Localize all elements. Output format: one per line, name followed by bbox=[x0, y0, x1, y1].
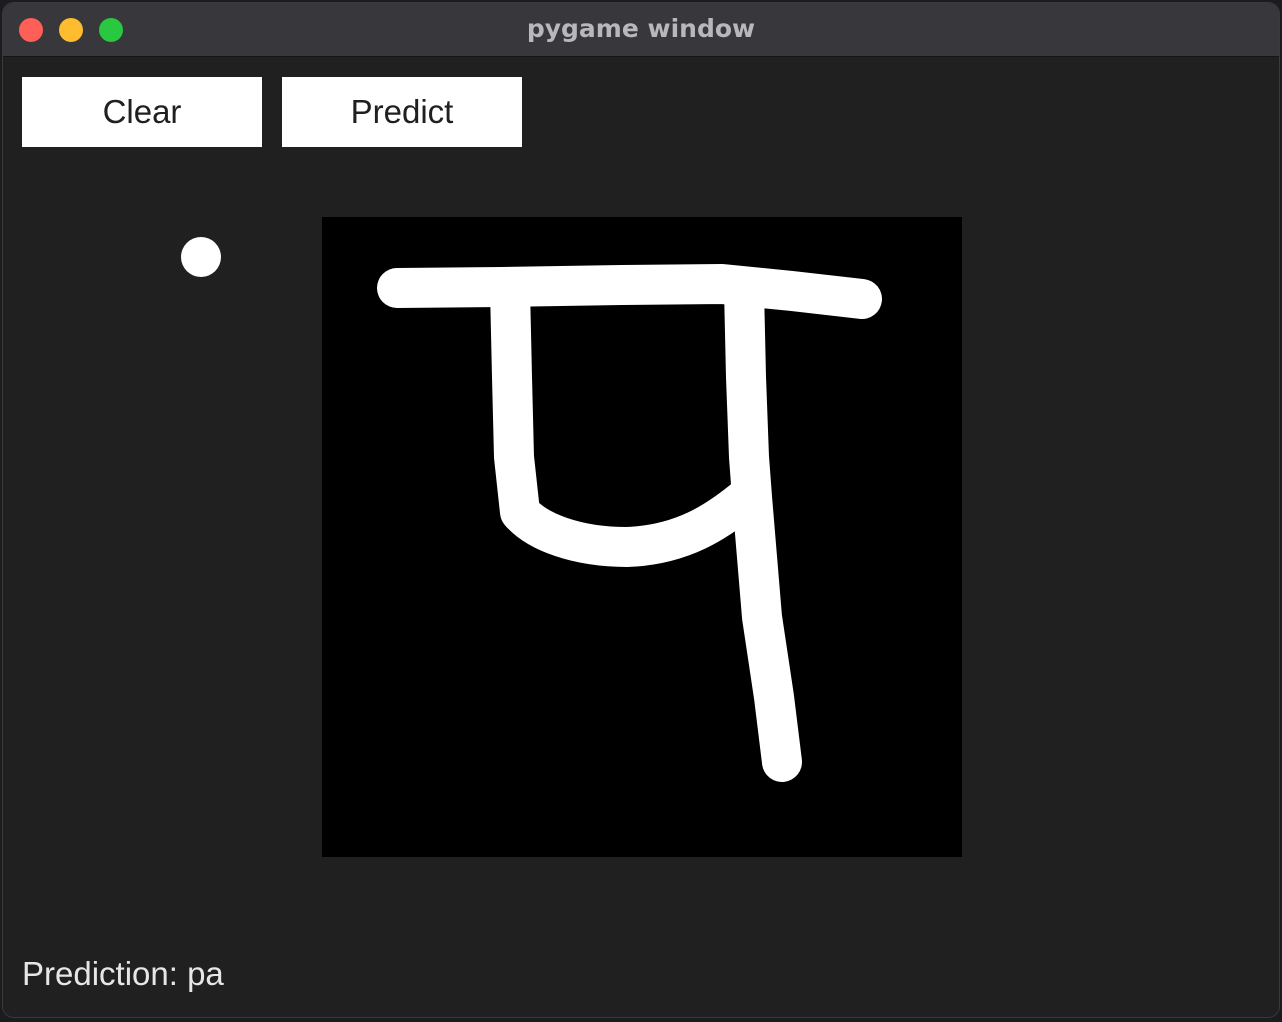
left-loop-stroke bbox=[490, 269, 767, 567]
handwritten-stroke-layer bbox=[377, 264, 882, 782]
predict-button[interactable]: Predict bbox=[282, 77, 522, 147]
app-content: Clear Predict Prediction: pa bbox=[3, 57, 1279, 1017]
top-bar-stroke bbox=[377, 264, 882, 319]
drawing-canvas[interactable] bbox=[322, 217, 962, 857]
window-title: pygame window bbox=[526, 14, 756, 43]
brush-cursor-dot bbox=[181, 237, 221, 277]
right-stem-stroke bbox=[724, 269, 802, 782]
clear-button[interactable]: Clear bbox=[22, 77, 262, 147]
app-window: pygame window Clear Predict Prediction: … bbox=[2, 2, 1280, 1018]
title-bar[interactable]: pygame window bbox=[3, 3, 1279, 57]
prediction-label: Prediction: pa bbox=[22, 955, 224, 992]
